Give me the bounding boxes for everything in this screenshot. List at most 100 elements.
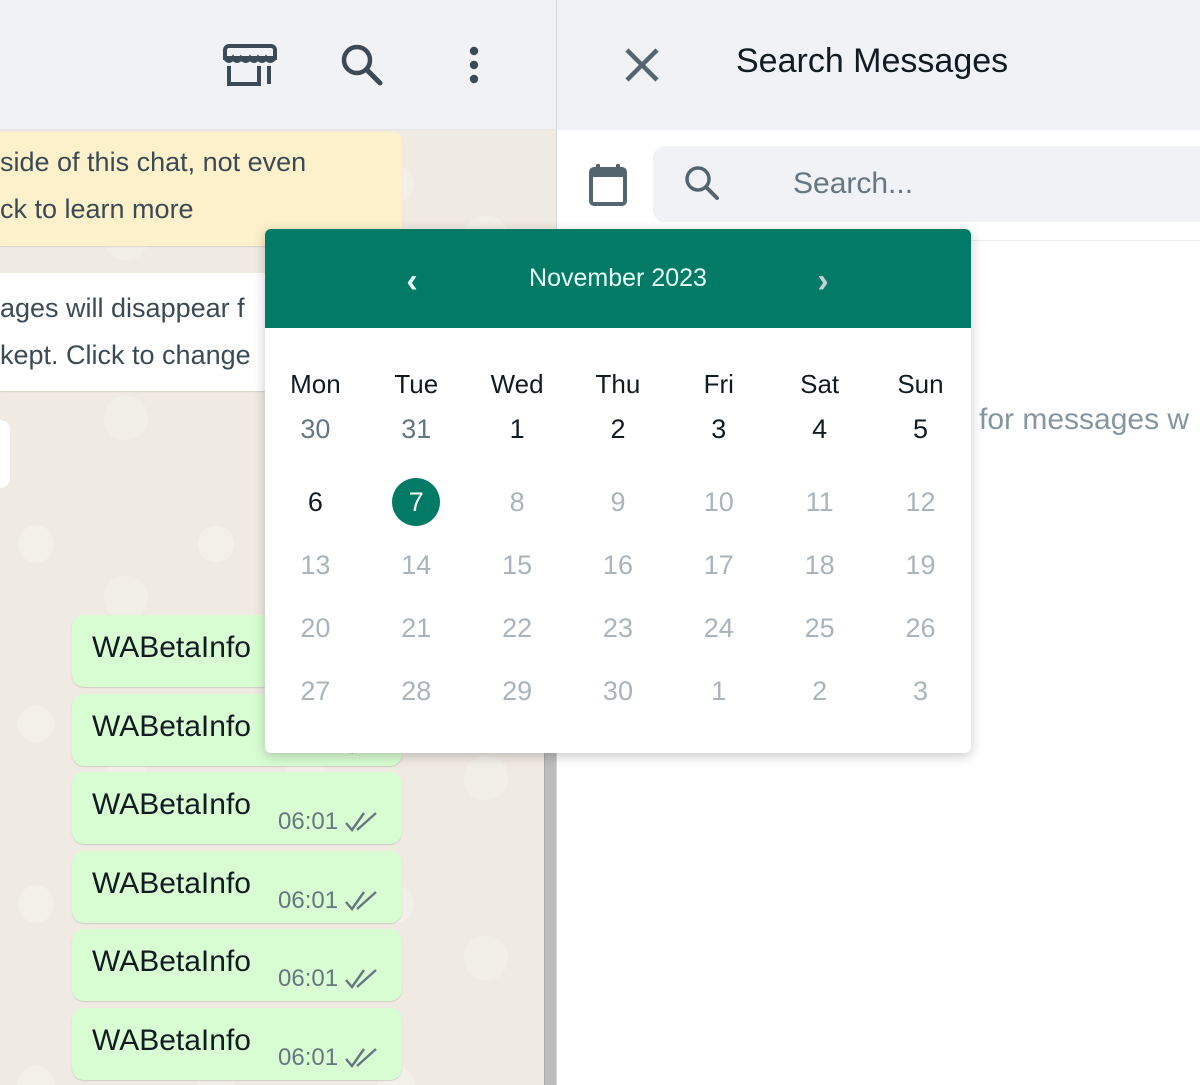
calendar-day-number: 27 bbox=[300, 676, 331, 706]
calendar-day: 12 bbox=[870, 478, 971, 526]
calendar-day: 8 bbox=[467, 478, 568, 526]
calendar-day-number: 4 bbox=[812, 414, 828, 444]
weekday-label: Tue bbox=[394, 369, 439, 399]
calendar-day[interactable]: 31 bbox=[366, 405, 467, 453]
calendar-day-number: 2 bbox=[812, 676, 828, 706]
double-check-icon bbox=[345, 891, 377, 911]
calendar-day: 16 bbox=[568, 541, 669, 589]
calendar-day-number: 1 bbox=[509, 414, 525, 444]
message-bubble[interactable]: WABetaInfo 06:01 bbox=[72, 1008, 402, 1080]
calendar-day: 21 bbox=[366, 604, 467, 652]
message-text: WABetaInfo bbox=[92, 788, 251, 821]
calendar-day[interactable]: 1 bbox=[467, 405, 568, 453]
double-check-icon bbox=[345, 969, 377, 989]
calendar-header: ‹ November 2023 › bbox=[265, 229, 971, 328]
calendar-day: 25 bbox=[769, 604, 870, 652]
calendar-day[interactable]: 30 bbox=[265, 405, 366, 453]
calendar-day: 10 bbox=[668, 478, 769, 526]
double-check-icon bbox=[345, 1048, 377, 1068]
calendar-day-number: 25 bbox=[804, 613, 835, 643]
calendar-day: 19 bbox=[870, 541, 971, 589]
message-time: 06:01 bbox=[278, 1044, 339, 1071]
search-box[interactable] bbox=[653, 146, 1200, 222]
weekday-label: Sun bbox=[897, 369, 944, 399]
calendar-day[interactable]: 6 bbox=[265, 478, 366, 526]
search-panel-title: Search Messages bbox=[736, 42, 1009, 80]
message-text: WABetaInfo bbox=[92, 1024, 251, 1057]
calendar-day-number: 5 bbox=[912, 414, 928, 444]
calendar-day-number: 26 bbox=[905, 613, 936, 643]
calendar-day: 15 bbox=[467, 541, 568, 589]
chat-header bbox=[0, 0, 556, 130]
next-month-button[interactable]: › bbox=[803, 261, 843, 301]
message-bubble[interactable]: WABetaInfo 06:01 bbox=[72, 772, 402, 844]
calendar-day[interactable]: 4 bbox=[769, 405, 870, 453]
catalog-button[interactable] bbox=[222, 40, 278, 90]
calendar-day-number: 20 bbox=[300, 613, 331, 643]
calendar-day: 24 bbox=[668, 604, 769, 652]
calendar-day-number: 9 bbox=[610, 487, 626, 517]
more-vertical-icon bbox=[469, 46, 479, 84]
message-meta: 06:01 bbox=[278, 965, 378, 993]
chevron-right-icon: › bbox=[817, 261, 829, 300]
message-bubble[interactable]: WABetaInfo 06:01 bbox=[72, 851, 402, 923]
calendar-day-selected[interactable]: 7 bbox=[366, 478, 467, 526]
calendar-day[interactable]: 3 bbox=[668, 405, 769, 453]
calendar-month-label: November 2023 bbox=[529, 264, 707, 292]
message-time: 06:01 bbox=[278, 808, 339, 835]
date-picker-button[interactable] bbox=[585, 160, 631, 210]
date-picker-popup: ‹ November 2023 › Mon Tue Wed Thu Fri Sat Sun … bbox=[265, 229, 971, 753]
calendar-week-row: 30 31 1 2 3 4 5 bbox=[265, 405, 971, 453]
calendar-day-number: 3 bbox=[711, 414, 727, 444]
partial-message-bubble bbox=[0, 420, 10, 488]
calendar-week-row: 13 14 15 16 17 18 19 bbox=[265, 541, 971, 589]
calendar-day: 23 bbox=[568, 604, 669, 652]
calendar-day[interactable]: 5 bbox=[870, 405, 971, 453]
calendar-day-number: 16 bbox=[602, 550, 633, 580]
calendar-day: 22 bbox=[467, 604, 568, 652]
calendar-day: 26 bbox=[870, 604, 971, 652]
chat-menu-button[interactable] bbox=[446, 40, 502, 90]
calendar-day: 20 bbox=[265, 604, 366, 652]
calendar-day: 11 bbox=[769, 478, 870, 526]
calendar-day[interactable]: 2 bbox=[568, 405, 669, 453]
calendar-day: 1 bbox=[668, 667, 769, 715]
message-bubble[interactable]: WABetaInfo 06:01 bbox=[72, 929, 402, 1001]
weekday-header-row: Mon Tue Wed Thu Fri Sat Sun bbox=[265, 364, 971, 404]
encryption-notice-line-2: ck to learn more bbox=[0, 194, 194, 224]
weekday-label: Mon bbox=[290, 369, 341, 399]
message-text: WABetaInfo bbox=[92, 945, 251, 978]
message-time: 06:01 bbox=[278, 887, 339, 914]
calendar-day: 13 bbox=[265, 541, 366, 589]
calendar-day-number: 6 bbox=[307, 487, 323, 517]
weekday-label: Thu bbox=[595, 369, 641, 399]
calendar-day-number: 31 bbox=[401, 414, 432, 444]
calendar-day-number: 12 bbox=[905, 487, 936, 517]
chat-search-button[interactable] bbox=[334, 40, 390, 90]
calendar-week-row: 6 7 8 9 10 11 12 bbox=[265, 478, 971, 526]
calendar-day: 3 bbox=[870, 667, 971, 715]
calendar-day-number: 30 bbox=[300, 414, 331, 444]
calendar-day-number: 3 bbox=[912, 676, 928, 706]
message-time: 06:01 bbox=[278, 965, 339, 992]
message-meta: 06:01 bbox=[278, 1044, 378, 1072]
search-icon bbox=[685, 166, 719, 200]
search-messages-input[interactable] bbox=[793, 164, 1193, 204]
calendar-day-number: 10 bbox=[703, 487, 734, 517]
calendar-day-number: 21 bbox=[401, 613, 432, 643]
calendar-day-number: 30 bbox=[602, 676, 633, 706]
calendar-day: 14 bbox=[366, 541, 467, 589]
calendar-week-row: 20 21 22 23 24 25 26 bbox=[265, 604, 971, 652]
calendar-day-number: 22 bbox=[502, 613, 533, 643]
search-row bbox=[557, 130, 1200, 241]
calendar-day: 28 bbox=[366, 667, 467, 715]
calendar-day-number: 18 bbox=[804, 550, 835, 580]
calendar-day: 30 bbox=[568, 667, 669, 715]
calendar-day-number: 1 bbox=[711, 676, 727, 706]
calendar-day-number: 2 bbox=[610, 414, 626, 444]
calendar-day: 18 bbox=[769, 541, 870, 589]
calendar-day: 9 bbox=[568, 478, 669, 526]
message-meta: 06:01 bbox=[278, 887, 378, 915]
calendar-day: 2 bbox=[769, 667, 870, 715]
close-search-button[interactable] bbox=[617, 40, 667, 90]
